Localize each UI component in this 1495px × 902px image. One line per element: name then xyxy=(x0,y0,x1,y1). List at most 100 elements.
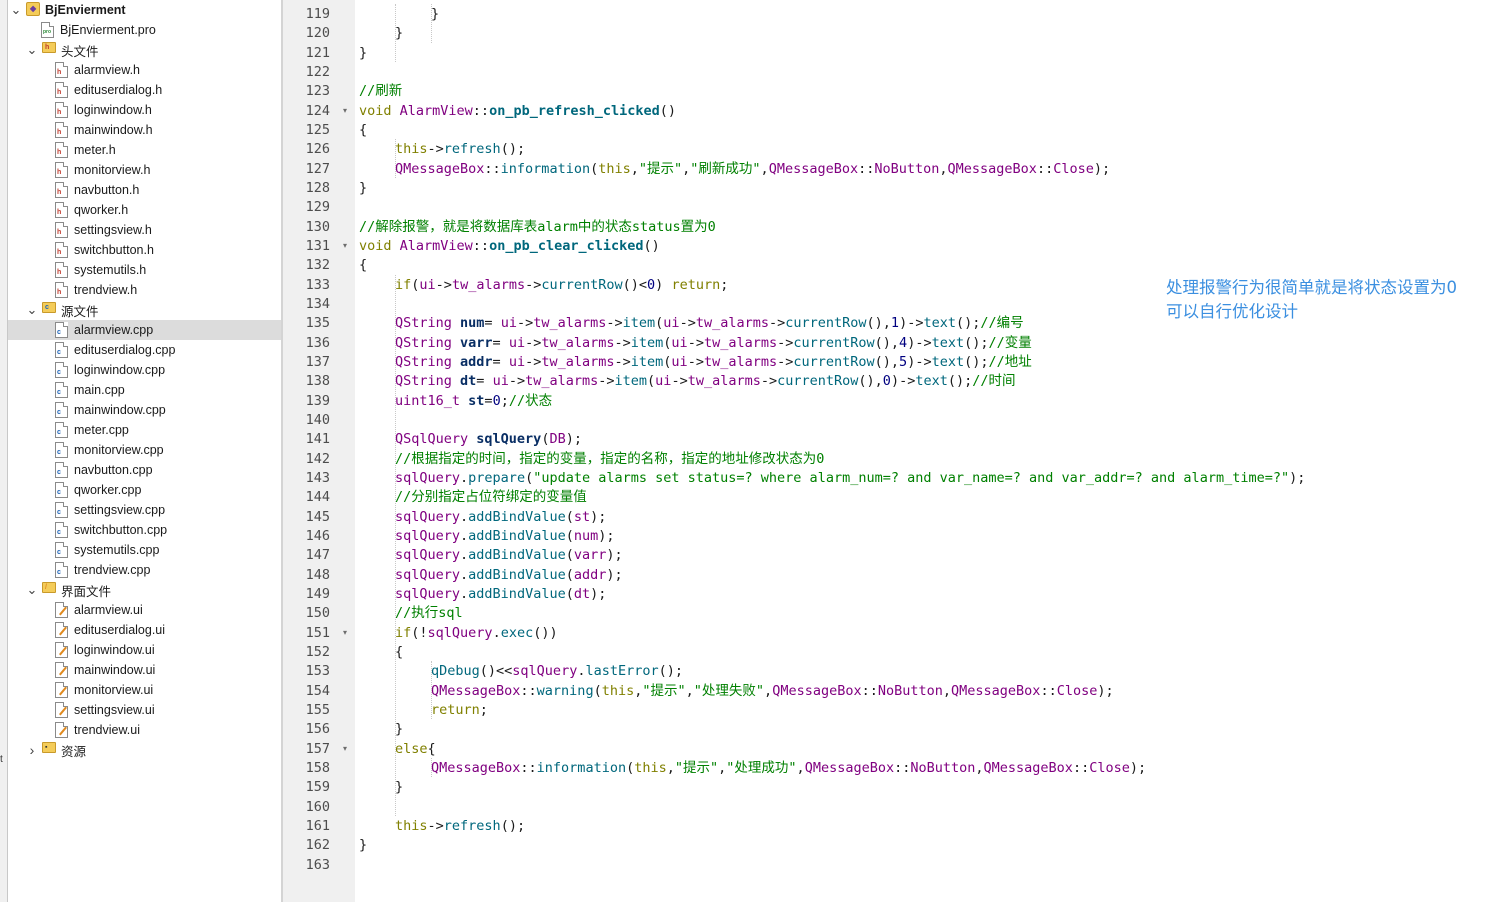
tree-item[interactable]: h navbutton.h xyxy=(8,180,281,200)
tree-item[interactable]: h mainwindow.h xyxy=(8,120,281,140)
code-line[interactable]: QMessageBox::information(this,"提示","处理成功… xyxy=(431,758,1146,778)
chevron-down-icon[interactable]: ⌄ xyxy=(26,300,38,320)
code-line[interactable]: qDebug()<<sqlQuery.lastError(); xyxy=(431,661,683,681)
tree-item[interactable]: › ▪ 资源 xyxy=(8,740,281,760)
tree-item[interactable]: pro BjEnvierment.pro xyxy=(8,20,281,40)
code-line[interactable]: { xyxy=(395,642,403,662)
code-line[interactable]: QSqlQuery sqlQuery(DB); xyxy=(395,429,582,449)
code-line[interactable]: QMessageBox::warning(this,"提示","处理失败",QM… xyxy=(431,681,1114,701)
code-line[interactable]: //刷新 xyxy=(359,81,402,101)
code-line[interactable]: return; xyxy=(431,700,488,720)
tree-item[interactable]: h meter.h xyxy=(8,140,281,160)
tree-item[interactable]: monitorview.ui xyxy=(8,680,281,700)
comment-token: //时间 xyxy=(972,373,1016,390)
code-line[interactable]: this->refresh(); xyxy=(395,139,525,159)
code-line[interactable]: sqlQuery.addBindValue(num); xyxy=(395,526,615,546)
code-line[interactable]: uint16_t st=0;//状态 xyxy=(395,391,552,411)
code-line[interactable]: } xyxy=(395,23,403,43)
comment-token: //执行sql xyxy=(395,605,463,622)
tree-item[interactable]: c switchbutton.cpp xyxy=(8,520,281,540)
code-line[interactable]: //执行sql xyxy=(395,603,463,623)
tree-item[interactable]: c main.cpp xyxy=(8,380,281,400)
tree-item[interactable]: settingsview.ui xyxy=(8,700,281,720)
function-token: currentRow xyxy=(785,315,867,332)
code-line[interactable]: } xyxy=(359,43,367,63)
code-line[interactable]: } xyxy=(359,835,367,855)
code-line[interactable]: { xyxy=(359,120,367,140)
code-editor[interactable]: }}}//刷新 void AlarmView::on_pb_refresh_cli… xyxy=(355,0,1495,902)
punct-token: -> xyxy=(614,353,631,370)
fold-marker-icon[interactable]: ▾ xyxy=(340,739,350,759)
tree-item[interactable]: c meter.cpp xyxy=(8,420,281,440)
code-line[interactable]: } xyxy=(431,4,439,24)
tree-item[interactable]: ⌄ ◆ BjEnvierment xyxy=(8,0,281,20)
tree-item[interactable]: c edituserdialog.cpp xyxy=(8,340,281,360)
tree-item[interactable]: alarmview.ui xyxy=(8,600,281,620)
tree-item[interactable]: loginwindow.ui xyxy=(8,640,281,660)
tree-item[interactable]: h switchbutton.h xyxy=(8,240,281,260)
punct-token: ()< xyxy=(622,276,648,293)
tree-item[interactable]: c monitorview.cpp xyxy=(8,440,281,460)
fold-marker-icon[interactable]: ▾ xyxy=(340,101,350,121)
tree-item[interactable]: h trendview.h xyxy=(8,280,281,300)
fold-marker-icon[interactable]: ▾ xyxy=(340,236,350,256)
code-line[interactable]: } xyxy=(359,178,367,198)
tree-item[interactable]: c systemutils.cpp xyxy=(8,540,281,560)
code-line[interactable]: sqlQuery.addBindValue(addr); xyxy=(395,565,623,585)
tree-item-label: loginwindow.h xyxy=(74,103,152,117)
code-line[interactable]: void AlarmView::on_pb_refresh_clicked() xyxy=(359,101,676,121)
code-line[interactable]: if(ui->tw_alarms->currentRow()<0) return… xyxy=(395,275,728,295)
code-line[interactable]: sqlQuery.prepare("update alarms set stat… xyxy=(395,468,1305,488)
code-line[interactable]: //根据指定的时间，指定的变量，指定的名称，指定的地址修改状态为0 xyxy=(395,449,824,469)
code-line[interactable]: void AlarmView::on_pb_clear_clicked() xyxy=(359,236,660,256)
code-line[interactable]: QString varr= ui->tw_alarms->item(ui->tw… xyxy=(395,333,1032,353)
tree-item[interactable]: h monitorview.h xyxy=(8,160,281,180)
identifier-token: AlarmView xyxy=(399,237,473,254)
punct-token: (); xyxy=(947,373,973,390)
code-line[interactable]: if(!sqlQuery.exec()) xyxy=(395,623,558,643)
chevron-right-icon[interactable]: › xyxy=(26,740,38,760)
code-line[interactable]: QMessageBox::information(this,"提示","刷新成功… xyxy=(395,159,1110,179)
tree-item[interactable]: h qworker.h xyxy=(8,200,281,220)
tree-item[interactable]: c navbutton.cpp xyxy=(8,460,281,480)
code-line[interactable]: QString dt= ui->tw_alarms->item(ui->tw_a… xyxy=(395,371,1016,391)
code-line[interactable]: //解除报警，就是将数据库表alarm中的状态status置为0 xyxy=(359,217,716,237)
tree-item[interactable]: h edituserdialog.h xyxy=(8,80,281,100)
tree-item[interactable]: edituserdialog.ui xyxy=(8,620,281,640)
tree-item[interactable]: h systemutils.h xyxy=(8,260,281,280)
code-line[interactable]: //分别指定占位符绑定的变量值 xyxy=(395,487,587,507)
tree-item[interactable]: mainwindow.ui xyxy=(8,660,281,680)
identifier-token: addr xyxy=(573,566,607,583)
punct-token: ); xyxy=(1093,160,1111,177)
chevron-down-icon[interactable]: ⌄ xyxy=(26,40,38,60)
tree-item[interactable]: h loginwindow.h xyxy=(8,100,281,120)
keyword-token: if xyxy=(395,624,412,641)
code-line[interactable]: else{ xyxy=(395,739,436,759)
tree-item[interactable]: c mainwindow.cpp xyxy=(8,400,281,420)
fold-marker-icon[interactable]: ▾ xyxy=(340,623,350,643)
code-line[interactable]: QString num= ui->tw_alarms->item(ui->tw_… xyxy=(395,313,1024,333)
tree-item[interactable]: ⌄ h 头文件 xyxy=(8,40,281,60)
code-line[interactable]: sqlQuery.addBindValue(st); xyxy=(395,507,606,527)
tree-item[interactable]: ⌄ / 界面文件 xyxy=(8,580,281,600)
code-line[interactable]: sqlQuery.addBindValue(varr); xyxy=(395,545,623,565)
code-line[interactable]: { xyxy=(359,255,367,275)
code-line[interactable]: } xyxy=(395,777,403,797)
project-tree[interactable]: ⌄ ◆ BjEnvierment pro BjEnvierment.pro ⌄ h 头文件 h a… xyxy=(8,0,281,902)
tree-item[interactable]: c loginwindow.cpp xyxy=(8,360,281,380)
code-line[interactable]: QString addr= ui->tw_alarms->item(ui->tw… xyxy=(395,352,1032,372)
tree-item[interactable]: ⌄ c 源文件 xyxy=(8,300,281,320)
tree-item[interactable]: c trendview.cpp xyxy=(8,560,281,580)
punct-token: :: xyxy=(520,759,537,776)
chevron-down-icon[interactable]: ⌄ xyxy=(10,0,22,20)
tree-item[interactable]: h alarmview.h xyxy=(8,60,281,80)
code-line[interactable]: sqlQuery.addBindValue(dt); xyxy=(395,584,606,604)
tree-item[interactable]: c alarmview.cpp xyxy=(8,320,281,340)
code-line[interactable]: } xyxy=(395,719,403,739)
tree-item[interactable]: c qworker.cpp xyxy=(8,480,281,500)
code-line[interactable]: this->refresh(); xyxy=(395,816,525,836)
tree-item[interactable]: c settingsview.cpp xyxy=(8,500,281,520)
chevron-down-icon[interactable]: ⌄ xyxy=(26,580,38,600)
tree-item[interactable]: h settingsview.h xyxy=(8,220,281,240)
tree-item[interactable]: trendview.ui xyxy=(8,720,281,740)
